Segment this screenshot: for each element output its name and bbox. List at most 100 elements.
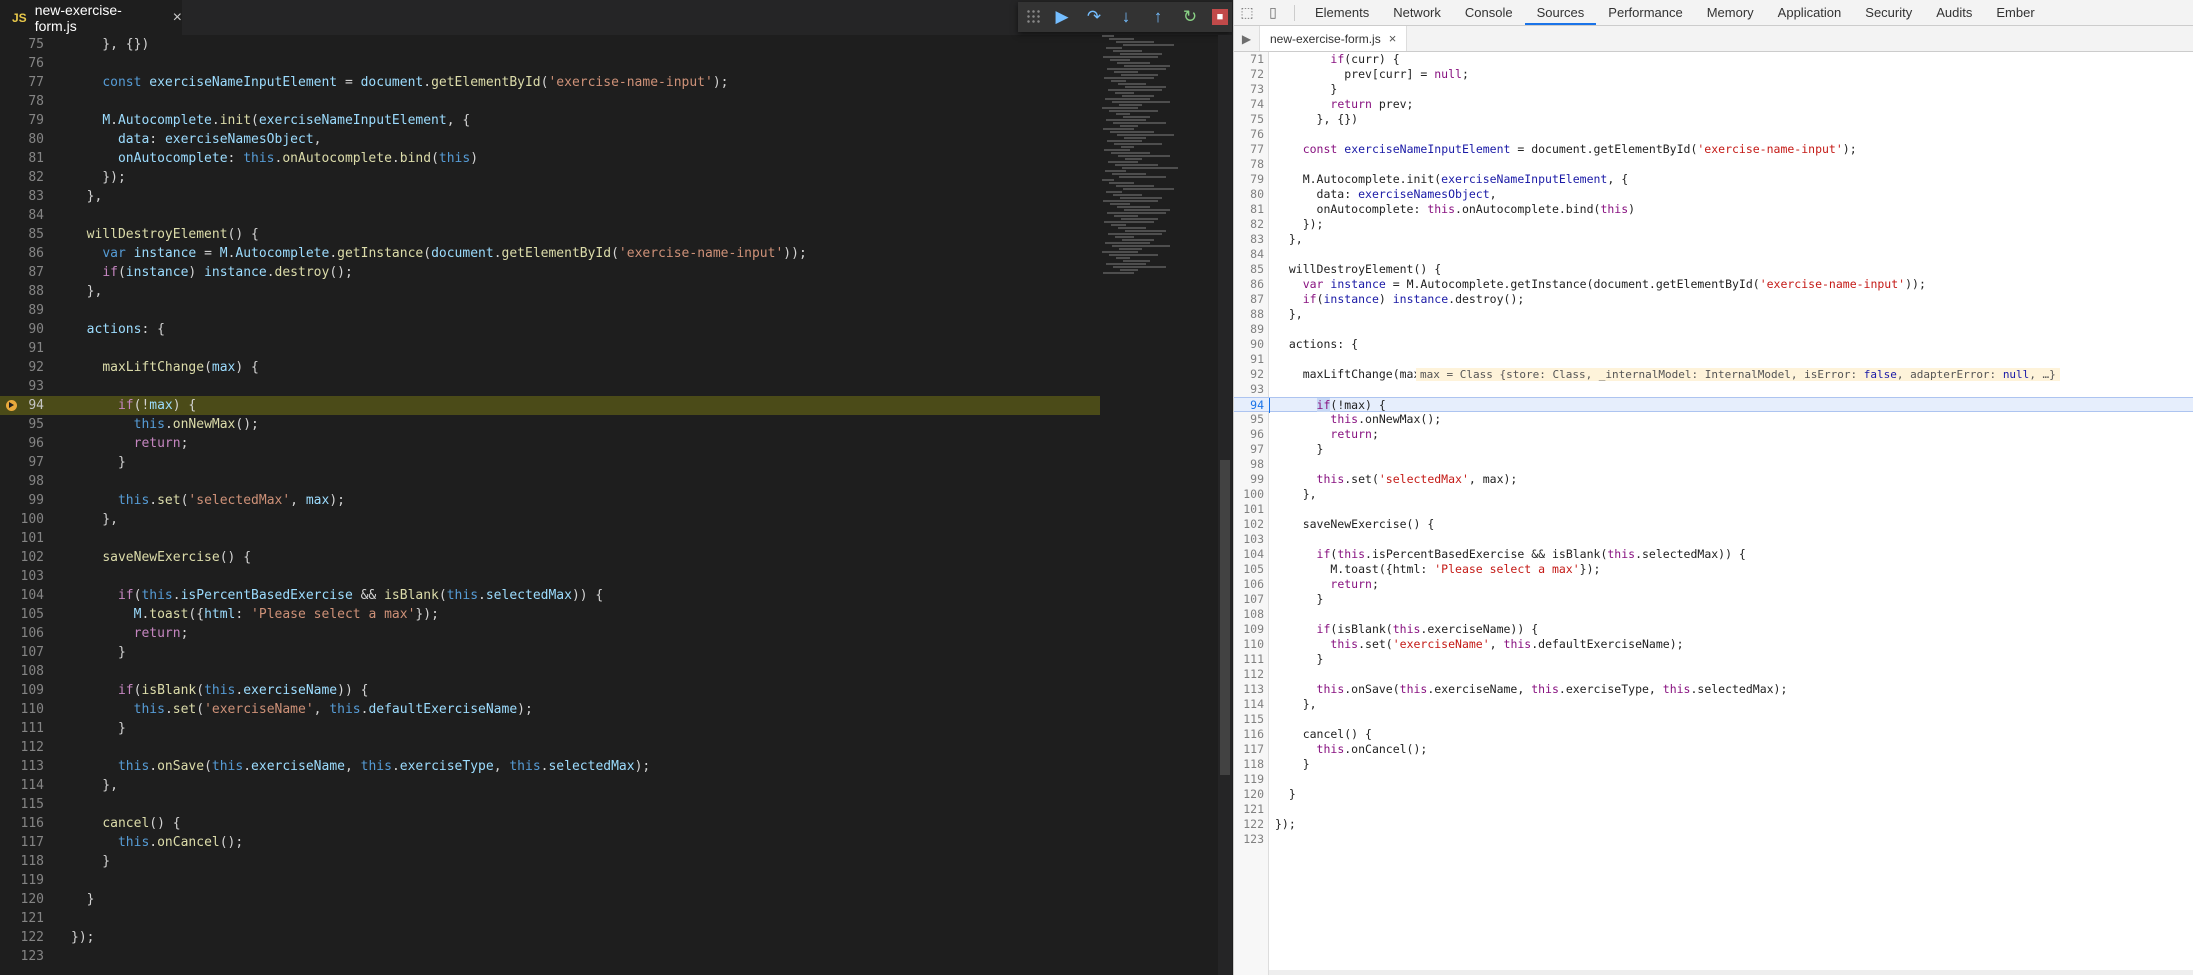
line-number[interactable]: 79 [1234,172,1264,187]
line-number[interactable]: 74 [1234,97,1264,112]
code-line[interactable]: 81 onAutocomplete: this.onAutocomplete.b… [1234,202,2193,217]
line-number[interactable]: 95 [1234,412,1264,427]
code-line[interactable]: 98 [0,472,1100,491]
code-line[interactable]: 72 prev[curr] = null; [1234,67,2193,82]
code-line[interactable]: 73 } [1234,82,2193,97]
line-number[interactable]: 102 [0,548,44,567]
line-number[interactable]: 81 [0,149,44,168]
line-number[interactable]: 87 [1234,292,1264,307]
code-line[interactable]: 95 this.onNewMax(); [1234,412,2193,427]
code-line[interactable]: 123 [0,947,1100,966]
line-number[interactable]: 122 [1234,817,1264,832]
line-number[interactable]: 97 [0,453,44,472]
code-line[interactable]: 115 [0,795,1100,814]
line-number[interactable]: 76 [0,54,44,73]
code-line[interactable]: 102 saveNewExercise() { [0,548,1100,567]
line-number[interactable]: 83 [0,187,44,206]
line-number[interactable]: 78 [0,92,44,111]
line-number[interactable]: 106 [1234,577,1264,592]
line-number[interactable]: 98 [1234,457,1264,472]
code-line[interactable]: 83 }, [1234,232,2193,247]
code-line[interactable]: 96 return; [1234,427,2193,442]
code-line[interactable]: 74 return prev; [1234,97,2193,112]
line-number[interactable]: 86 [1234,277,1264,292]
drag-handle-icon[interactable] [1026,9,1040,25]
code-line[interactable]: 84 [1234,247,2193,262]
code-line[interactable]: 88 }, [0,282,1100,301]
inspect-element-icon[interactable]: ⬚ [1234,0,1260,25]
code-line[interactable]: 100 }, [0,510,1100,529]
line-number[interactable]: 82 [0,168,44,187]
line-number[interactable]: 86 [0,244,44,263]
line-number[interactable]: 120 [1234,787,1264,802]
line-number[interactable]: 75 [0,35,44,54]
code-line[interactable]: 111 } [1234,652,2193,667]
device-toolbar-icon[interactable]: ▯ [1260,0,1286,25]
code-line[interactable]: 91 [0,339,1100,358]
line-number[interactable]: 105 [1234,562,1264,577]
continue-button[interactable]: ▶ [1046,2,1078,32]
code-line[interactable]: 118 } [0,852,1100,871]
code-line[interactable]: 76 [1234,127,2193,142]
code-line[interactable]: 75 }, {}) [0,35,1100,54]
minimap[interactable] [1098,35,1218,285]
line-number[interactable]: 114 [0,776,44,795]
line-number[interactable]: 113 [1234,682,1264,697]
line-number[interactable]: 93 [1234,382,1264,397]
code-line[interactable]: 106 return; [0,624,1100,643]
code-line[interactable]: 112 [1234,667,2193,682]
line-number[interactable]: 111 [0,719,44,738]
line-number[interactable]: 119 [1234,772,1264,787]
code-line[interactable]: 81 onAutocomplete: this.onAutocomplete.b… [0,149,1100,168]
line-number[interactable]: 121 [1234,802,1264,817]
line-number[interactable]: 107 [1234,592,1264,607]
line-number[interactable]: 105 [0,605,44,624]
line-number[interactable]: 104 [0,586,44,605]
tab-performance[interactable]: Performance [1596,0,1694,25]
line-number[interactable]: 88 [0,282,44,301]
line-number[interactable]: 90 [1234,337,1264,352]
code-line[interactable]: 122}); [0,928,1100,947]
line-number[interactable]: 96 [0,434,44,453]
code-line[interactable]: 112 [0,738,1100,757]
code-line[interactable]: 108 [1234,607,2193,622]
close-icon[interactable]: × [173,9,182,27]
line-number[interactable]: 110 [0,700,44,719]
line-number[interactable]: 113 [0,757,44,776]
code-line[interactable]: 102 saveNewExercise() { [1234,517,2193,532]
line-number[interactable]: 93 [0,377,44,396]
code-line[interactable]: 99 this.set('selectedMax', max); [0,491,1100,510]
code-line[interactable]: 105 M.toast({html: 'Please select a max'… [1234,562,2193,577]
editor-scrollbar-thumb[interactable] [1220,460,1230,775]
code-line[interactable]: 114 }, [1234,697,2193,712]
line-number[interactable]: 85 [0,225,44,244]
code-line[interactable]: 111 } [0,719,1100,738]
sources-file-tab[interactable]: new-exercise-form.js × [1260,26,1408,51]
horizontal-scrollbar[interactable] [1269,970,2193,975]
code-line[interactable]: 113 this.onSave(this.exerciseName, this.… [0,757,1100,776]
line-number[interactable]: 99 [1234,472,1264,487]
code-line[interactable]: 95 this.onNewMax(); [0,415,1100,434]
code-line[interactable]: 96 return; [0,434,1100,453]
line-number[interactable]: 106 [0,624,44,643]
code-line[interactable]: 113 this.onSave(this.exerciseName, this.… [1234,682,2193,697]
step-over-button[interactable]: ↷ [1078,2,1110,32]
line-number[interactable]: 87 [0,263,44,282]
code-line[interactable]: 120 } [1234,787,2193,802]
line-number[interactable]: 72 [1234,67,1264,82]
sources-code-area[interactable]: 71 if(curr) {72 prev[curr] = null; 73 } 74… [1234,52,2193,975]
tab-memory[interactable]: Memory [1695,0,1766,25]
code-line[interactable]: 78 [1234,157,2193,172]
code-line[interactable]: 104 if(this.isPercentBasedExercise && is… [0,586,1100,605]
code-line[interactable]: 99 this.set('selectedMax', max); [1234,472,2193,487]
code-line[interactable]: 93 [1234,382,2193,397]
line-number[interactable]: 121 [0,909,44,928]
code-line[interactable]: 85 willDestroyElement() { [1234,262,2193,277]
line-number[interactable]: 71 [1234,52,1264,67]
line-number[interactable]: 81 [1234,202,1264,217]
line-number[interactable]: 73 [1234,82,1264,97]
code-line[interactable]: 122}); [1234,817,2193,832]
code-line[interactable]: 120 } [0,890,1100,909]
line-number[interactable]: 77 [0,73,44,92]
code-line[interactable]: 103 [0,567,1100,586]
